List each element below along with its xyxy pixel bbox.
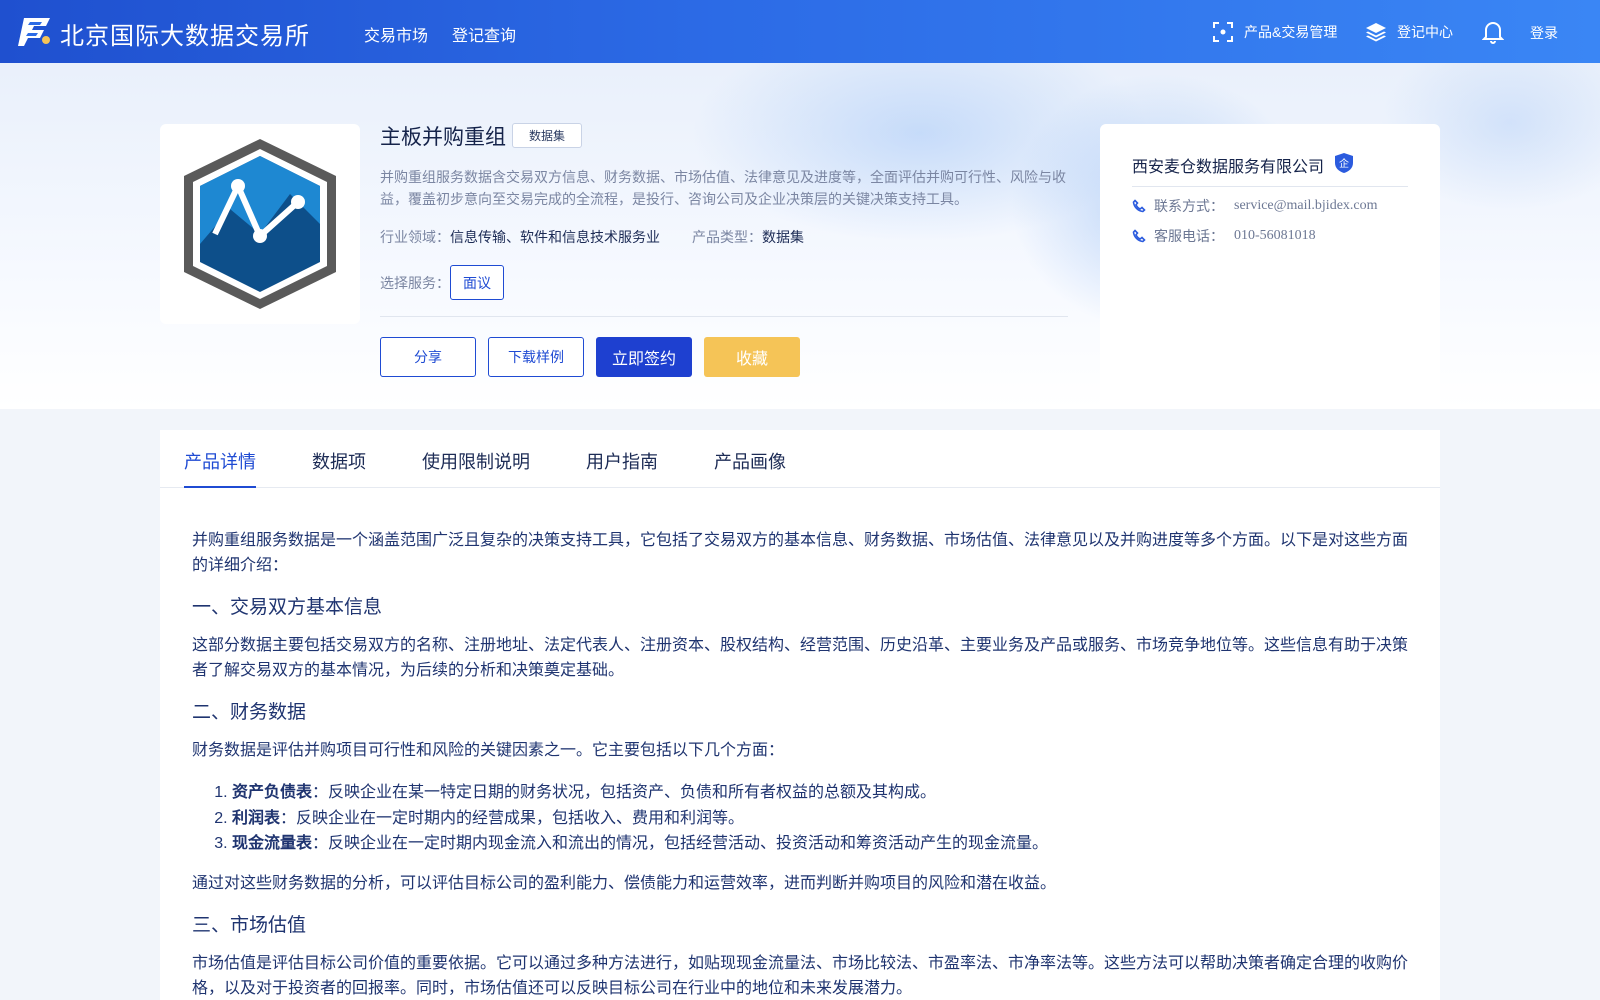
service-option-negotiable[interactable]: 面议 (450, 265, 504, 300)
product-logo-icon (184, 139, 336, 309)
section-2-title: 二、财务数据 (192, 702, 307, 723)
site-logo-icon[interactable] (16, 14, 52, 48)
list-item-term: 资产负债表 (232, 784, 313, 801)
product-title: 主板并购重组 (380, 126, 506, 149)
section-2-body: 财务数据是评估并购项目可行性和风险的关键因素之一。它主要包括以下几个方面： (192, 742, 785, 759)
contact-phone-label: 客服电话： (1154, 228, 1224, 244)
share-button[interactable]: 分享 (380, 337, 476, 377)
enterprise-verified-icon: 企 (1335, 153, 1353, 173)
company-divider (1132, 186, 1408, 187)
download-sample-button[interactable]: 下载样例 (488, 337, 584, 377)
list-item-text: ：反映企业在一定时期内现金流入和流出的情况，包括经营活动、投资活动和筹资活动产生… (312, 835, 1049, 852)
list-item-term: 现金流量表 (232, 835, 313, 852)
product-type-field: 产品类型：数据集 (692, 227, 804, 247)
list-item: 利润表：反映企业在一定时期内的经营成果，包括收入、费用和利润等。 (232, 806, 1412, 832)
section-1-title: 一、交易双方基本信息 (192, 597, 383, 618)
nav-registry-center-label: 登记中心 (1397, 24, 1453, 40)
detail-content: 并购重组服务数据是一个涵盖范围广泛且复杂的决策支持工具，它包括了交易双方的基本信… (192, 528, 1412, 1000)
nav-registry-center[interactable]: 登记中心 (1365, 21, 1453, 43)
industry-field: 行业领域：信息传输、软件和信息技术服务业 (380, 227, 660, 247)
phone-icon (1132, 229, 1146, 243)
product-type-value: 数据集 (762, 229, 804, 245)
product-type-badge: 数据集 (512, 123, 582, 148)
service-label: 选择服务： (380, 275, 450, 291)
product-detail-panel: 产品详情 数据项 使用限制说明 用户指南 产品画像 并购重组服务数据是一个涵盖范… (160, 430, 1440, 1000)
company-name[interactable]: 西安麦仓数据服务有限公司 (1132, 153, 1324, 177)
financial-statements-list: 资产负债表：反映企业在某一特定日期的财务状况，包括资产、负债和所有者权益的总额及… (232, 780, 1412, 857)
active-tab-indicator (184, 486, 256, 488)
contact-email-value[interactable]: service@mail.bjidex.com (1234, 198, 1378, 214)
section-3-body: 市场估值是评估目标公司价值的重要依据。它可以通过多种方法进行，如贴现现金流量法、… (192, 954, 1409, 997)
industry-label: 行业领域： (380, 229, 450, 245)
section-3-title: 三、市场估值 (192, 914, 307, 936)
tab-product-details[interactable]: 产品详情 (184, 448, 256, 474)
hero-divider (380, 316, 1068, 317)
login-link[interactable]: 登录 (1530, 23, 1558, 43)
tab-usage-restrictions[interactable]: 使用限制说明 (422, 448, 530, 474)
detail-intro: 并购重组服务数据是一个涵盖范围广泛且复杂的决策支持工具，它包括了交易双方的基本信… (192, 532, 1409, 574)
section-2-summary: 通过对这些财务数据的分析，可以评估目标公司的盈利能力、偿债能力和运营效率，进而判… (192, 874, 1057, 892)
top-nav-bar: 北京国际大数据交易所 交易市场 登记查询 产品&交易管理 登记中心 登录 (0, 0, 1600, 63)
section-1-body: 这部分数据主要包括交易双方的名称、注册地址、法定代表人、注册资本、股权结构、经营… (192, 637, 1409, 679)
detail-tabs: 产品详情 数据项 使用限制说明 用户指南 产品画像 (160, 430, 1440, 488)
list-item-term: 利润表 (232, 809, 281, 827)
list-item-text: ：反映企业在某一特定日期的财务状况，包括资产、负债和所有者权益的总额及其构成。 (312, 784, 937, 801)
list-item-text: ：反映企业在一定时期内的经营成果，包括收入、费用和利润等。 (280, 809, 745, 827)
nav-product-management-label: 产品&交易管理 (1244, 24, 1338, 40)
product-image (160, 124, 360, 324)
contact-email-row: 联系方式： service@mail.bjidex.com (1132, 196, 1378, 216)
sign-now-button[interactable]: 立即签约 (596, 337, 692, 377)
site-title[interactable]: 北京国际大数据交易所 (60, 16, 310, 51)
phone-icon (1132, 199, 1146, 213)
favorite-button[interactable]: 收藏 (704, 337, 800, 377)
company-card: 西安麦仓数据服务有限公司 企 联系方式： service@mail.bjidex… (1100, 124, 1440, 409)
enterprise-badge-text: 企 (1339, 157, 1349, 170)
bell-icon[interactable] (1482, 20, 1504, 44)
contact-email-label: 联系方式： (1154, 198, 1224, 214)
tab-data-items[interactable]: 数据项 (312, 448, 366, 474)
layers-icon (1366, 23, 1386, 42)
product-description: 并购重组服务数据含交易双方信息、财务数据、市场估值、法律意见及进度等，全面评估并… (380, 169, 1066, 207)
nav-product-management[interactable]: 产品&交易管理 (1212, 21, 1337, 43)
industry-value: 信息传输、软件和信息技术服务业 (450, 229, 660, 245)
contact-phone-value: 010-56081018 (1234, 228, 1316, 243)
contact-phone-row: 客服电话： 010-56081018 (1132, 226, 1316, 246)
tab-product-profile[interactable]: 产品画像 (714, 448, 786, 474)
list-item: 现金流量表：反映企业在一定时期内现金流入和流出的情况，包括经营活动、投资活动和筹… (232, 831, 1412, 857)
list-item: 资产负债表：反映企业在某一特定日期的财务状况，包括资产、负债和所有者权益的总额及… (232, 780, 1412, 806)
scan-frame-icon (1213, 22, 1233, 42)
tab-user-guide[interactable]: 用户指南 (586, 448, 658, 474)
nav-trading-market[interactable]: 交易市场 (364, 22, 428, 46)
product-type-label: 产品类型： (692, 229, 762, 245)
nav-registry-query[interactable]: 登记查询 (452, 22, 516, 46)
